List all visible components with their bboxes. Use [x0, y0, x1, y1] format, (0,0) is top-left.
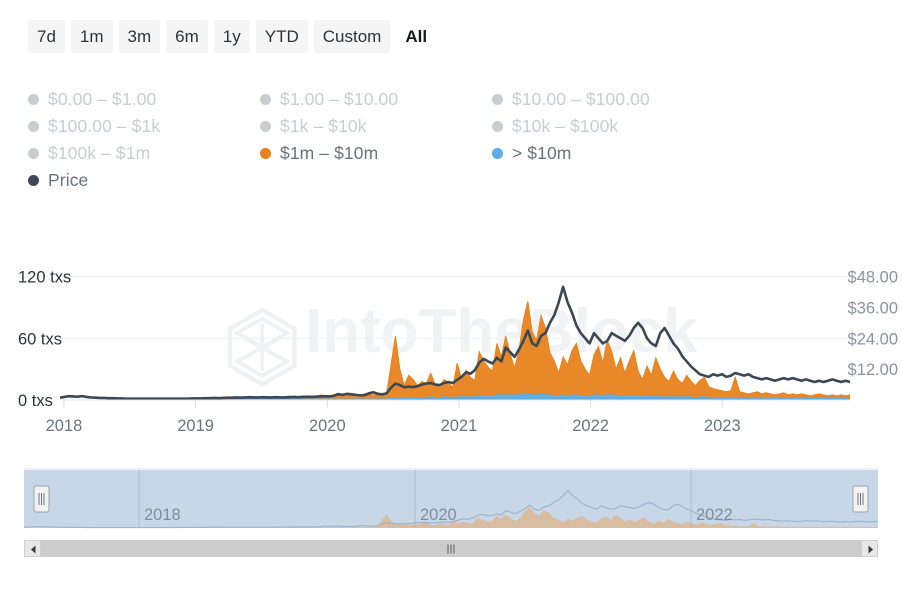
legend-item-label: $1m – $10m — [280, 143, 378, 164]
range-button-1y[interactable]: 1y — [214, 20, 250, 53]
legend-item[interactable]: $10.00 – $100.00 — [492, 89, 732, 110]
legend-row: Price — [28, 167, 848, 194]
legend-item[interactable]: $10k – $100k — [492, 116, 732, 137]
legend-row: $0.00 – $1.00 $1.00 – $10.00 $10.00 – $100… — [28, 86, 848, 113]
legend-item-label: $100.00 – $1k — [48, 116, 160, 137]
y-axis-left-tick: 60 txs — [18, 330, 62, 348]
scrollbar-left-button[interactable] — [24, 540, 41, 557]
legend-item[interactable]: $100k – $1m — [28, 143, 260, 164]
range-button-all[interactable]: All — [396, 20, 436, 53]
legend-dot-icon — [28, 175, 39, 186]
legend-dot-icon — [260, 148, 271, 159]
legend-item[interactable]: $100.00 – $1k — [28, 116, 260, 137]
legend-item[interactable]: $1m – $10m — [260, 143, 492, 164]
y-axis-right-tick: $36.00 — [848, 299, 898, 317]
legend-item[interactable]: $1k – $10k — [260, 116, 492, 137]
x-axis-tick-label: 2021 — [441, 417, 478, 435]
y-axis-left-labels: 0 txs 60 txs 120 txs — [18, 269, 71, 410]
range-button-3m[interactable]: 3m — [119, 20, 161, 53]
y-axis-right-tick: $48.00 — [848, 269, 898, 287]
legend-row: $100.00 – $1k $1k – $10k $10k – $100k — [28, 113, 848, 140]
legend-item-label: $0.00 – $1.00 — [48, 89, 156, 110]
navigator-right-handle[interactable] — [853, 486, 868, 512]
legend-dot-icon — [492, 121, 503, 132]
navigator-tick-label: 2018 — [144, 506, 181, 524]
legend-item-label: $1k – $10k — [280, 116, 367, 137]
hexagon-logo-icon — [230, 310, 294, 384]
navigator-svg: 2018 2020 2022 — [24, 468, 878, 538]
legend-dot-icon — [260, 94, 271, 105]
navigator-left-handle[interactable] — [34, 486, 49, 512]
x-axis-tick-label: 2019 — [177, 417, 214, 435]
y-axis-right-tick: $24.00 — [848, 330, 898, 348]
x-axis-labels: 2018 2019 2020 2021 2022 2023 — [46, 417, 741, 435]
legend-row: $100k – $1m $1m – $10m > $10m — [28, 140, 848, 167]
range-button-ytd[interactable]: YTD — [256, 20, 308, 53]
range-selector: 7d1m3m6m1yYTDCustomAll — [28, 20, 436, 53]
y-axis-left-tick: 0 txs — [18, 392, 53, 410]
y-axis-left-tick: 120 txs — [18, 269, 71, 287]
scrollbar-right-button[interactable] — [861, 540, 878, 557]
range-button-1m[interactable]: 1m — [71, 20, 113, 53]
range-button-6m[interactable]: 6m — [166, 20, 208, 53]
chart-svg: IntoTheBlock 0 txs60 txs120 txs $12.00$2… — [0, 248, 902, 448]
legend-dot-icon — [492, 148, 503, 159]
chart-navigator[interactable]: 2018 2020 2022 — [24, 468, 878, 538]
legend-dot-icon — [28, 121, 39, 132]
legend-item-label: $100k – $1m — [48, 143, 150, 164]
x-axis-tick-label: 2022 — [572, 417, 609, 435]
grip-lines-icon — [448, 544, 455, 553]
range-button-custom[interactable]: Custom — [314, 20, 391, 53]
chart-plot-area[interactable]: IntoTheBlock 0 txs60 txs120 txs $12.00$2… — [0, 248, 902, 448]
chart-legend: $0.00 – $1.00 $1.00 – $10.00 $10.00 – $100… — [28, 86, 848, 194]
legend-item-label: > $10m — [512, 143, 571, 164]
legend-item[interactable]: Price — [28, 170, 260, 191]
scrollbar-track[interactable] — [41, 540, 861, 557]
legend-item-label: Price — [48, 170, 88, 191]
legend-item-label: $1.00 – $10.00 — [280, 89, 398, 110]
legend-dot-icon — [260, 121, 271, 132]
x-axis-tick-label: 2023 — [704, 417, 741, 435]
y-axis-right-labels: $12.00 $24.00 $36.00 $48.00 — [848, 269, 898, 380]
range-button-7d[interactable]: 7d — [28, 20, 65, 53]
legend-item[interactable]: $0.00 – $1.00 — [28, 89, 260, 110]
legend-item[interactable]: $1.00 – $10.00 — [260, 89, 492, 110]
legend-dot-icon — [28, 94, 39, 105]
navigator-tick-label: 2022 — [696, 506, 733, 524]
navigator-tick-label: 2020 — [420, 506, 457, 524]
x-axis-tick-label: 2018 — [46, 417, 83, 435]
legend-item-label: $10.00 – $100.00 — [512, 89, 650, 110]
arrow-left-icon — [29, 545, 38, 554]
legend-dot-icon — [492, 94, 503, 105]
arrow-right-icon — [866, 545, 875, 554]
y-axis-right-tick: $12.00 — [848, 361, 898, 379]
legend-item-label: $10k – $100k — [512, 116, 618, 137]
legend-dot-icon — [28, 148, 39, 159]
chart-scrollbar[interactable] — [24, 540, 878, 557]
x-axis-tick-label: 2020 — [309, 417, 346, 435]
legend-item[interactable]: > $10m — [492, 143, 732, 164]
x-axis-ticks — [60, 400, 850, 408]
